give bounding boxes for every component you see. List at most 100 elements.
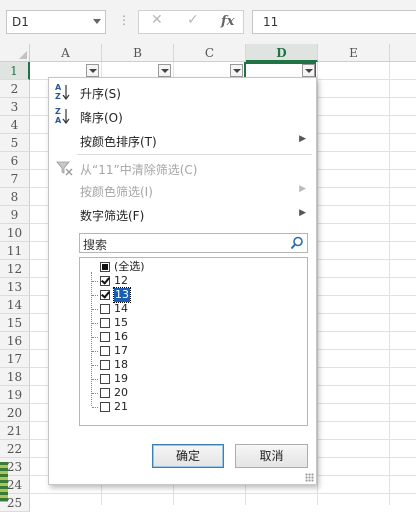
menu-label: 按颜色排序(T) [80,135,157,149]
row-header-14[interactable]: 14 [0,296,30,314]
autofilter-dropdown: A Z 升序(S) Z A 降序(O) 按颜色排序(T) ▶ 从“11”中清除筛… [48,77,317,485]
more-dots-icon: ⋮ [118,13,130,27]
value-checkbox[interactable] [100,304,110,314]
sheet-tab-scroll-handle[interactable] [0,462,8,502]
menu-sort-descending[interactable]: Z A 降序(O) [49,105,316,127]
menu-sort-ascending[interactable]: A Z 升序(S) [49,81,316,103]
row-header-12[interactable]: 12 [0,260,30,278]
list-item[interactable]: 20 [80,386,307,400]
select-all-checkbox[interactable] [100,262,110,272]
list-item-select-all[interactable]: (全选) [80,260,307,274]
column-header-b[interactable]: B [102,44,174,62]
submenu-arrow-icon: ▶ [299,208,306,218]
menu-number-filters[interactable]: 数字筛选(F) ▶ [49,203,316,225]
value-checkbox[interactable] [100,332,110,342]
value-checkbox[interactable] [100,402,110,412]
list-item-label: 18 [114,358,128,371]
svg-text:Z: Z [55,107,61,116]
formula-bar: D1 ⋮ ✕ ✓ fx 11 [0,0,416,44]
column-header-a[interactable]: A [30,44,102,62]
insert-function-icon[interactable]: fx [221,14,234,29]
search-icon[interactable] [290,236,304,250]
column-header-c[interactable]: C [174,44,246,62]
tree-line [92,295,98,296]
name-box[interactable]: D1 [6,10,106,34]
column-header-d[interactable]: D [246,44,318,62]
value-checkbox[interactable] [100,318,110,328]
chevron-down-icon[interactable] [93,19,101,24]
row-header-16[interactable]: 16 [0,332,30,350]
tree-line [92,281,98,282]
filter-button-c[interactable] [230,64,243,77]
enter-icon[interactable]: ✓ [187,12,199,28]
row-header-4[interactable]: 4 [0,116,30,134]
list-item[interactable]: 19 [80,372,307,386]
list-item[interactable]: 17 [80,344,307,358]
list-item-label: 15 [114,316,128,329]
tree-line [92,309,98,310]
value-checkbox[interactable] [100,360,110,370]
list-item[interactable]: 21 [80,400,307,414]
menu-clear-filter[interactable]: 从“11”中清除筛选(C) [49,157,316,179]
formula-input[interactable]: 11 [252,10,416,34]
list-item[interactable]: 14 [80,302,307,316]
svg-text:Z: Z [55,92,61,101]
value-checkbox[interactable] [100,388,110,398]
list-item-label: 21 [114,400,128,413]
list-item[interactable]: 18 [80,358,307,372]
name-box-value: D1 [12,15,29,29]
menu-filter-by-color[interactable]: 按颜色筛选(I) ▶ [49,179,316,201]
tree-line [92,379,98,380]
row-header-15[interactable]: 15 [0,314,30,332]
row-header-6[interactable]: 6 [0,152,30,170]
resize-grip-icon[interactable] [305,473,314,482]
menu-label: 数字筛选(F) [80,209,145,223]
row-header-11[interactable]: 11 [0,242,30,260]
row-header-7[interactable]: 7 [0,170,30,188]
cancel-button[interactable]: 取消 [235,444,308,468]
filter-dropdown-icon [161,69,169,73]
clear-filter-icon [56,161,73,176]
filter-button-b[interactable] [158,64,171,77]
value-checkbox[interactable] [100,346,110,356]
row-header-10[interactable]: 10 [0,224,30,242]
select-all-corner[interactable] [0,44,30,62]
list-item[interactable]: 15 [80,316,307,330]
cancel-icon[interactable]: ✕ [151,12,163,28]
value-checkbox[interactable] [100,290,110,300]
ok-button[interactable]: 确定 [152,444,224,468]
row-header-1[interactable]: 1 [0,62,30,80]
corner-triangle-icon [19,51,27,59]
row-header-20[interactable]: 20 [0,404,30,422]
list-item[interactable]: 13 [80,287,307,303]
filter-button-d[interactable] [302,64,315,77]
column-header-e[interactable]: E [318,44,390,62]
filter-values-list[interactable]: (全选) 12 13 14 15 16 17 18 19 20 21 [79,257,308,426]
row-header-9[interactable]: 9 [0,206,30,224]
list-item-label: 17 [114,344,128,357]
row-header-3[interactable]: 3 [0,98,30,116]
row-header-19[interactable]: 19 [0,386,30,404]
row-header-21[interactable]: 21 [0,422,30,440]
filter-dropdown-icon [305,69,313,73]
row-header-13[interactable]: 13 [0,278,30,296]
row-header-22[interactable]: 22 [0,440,30,458]
menu-label: 按颜色筛选(I) [80,185,153,199]
list-item-label: 14 [114,302,128,315]
tree-line [92,365,98,366]
menu-sort-by-color[interactable]: 按颜色排序(T) ▶ [49,129,316,151]
filter-button-a[interactable] [86,64,99,77]
row-header-18[interactable]: 18 [0,368,30,386]
filter-search-input[interactable]: 搜索 [79,233,308,253]
search-placeholder: 搜索 [83,238,108,252]
value-checkbox[interactable] [100,374,110,384]
value-checkbox[interactable] [100,276,110,286]
list-item[interactable]: 12 [80,274,307,288]
row-header-2[interactable]: 2 [0,80,30,98]
sort-ascending-icon: A Z [55,83,70,101]
row-header-5[interactable]: 5 [0,134,30,152]
row-header-17[interactable]: 17 [0,350,30,368]
tree-line [92,407,98,408]
list-item[interactable]: 16 [80,330,307,344]
row-header-8[interactable]: 8 [0,188,30,206]
